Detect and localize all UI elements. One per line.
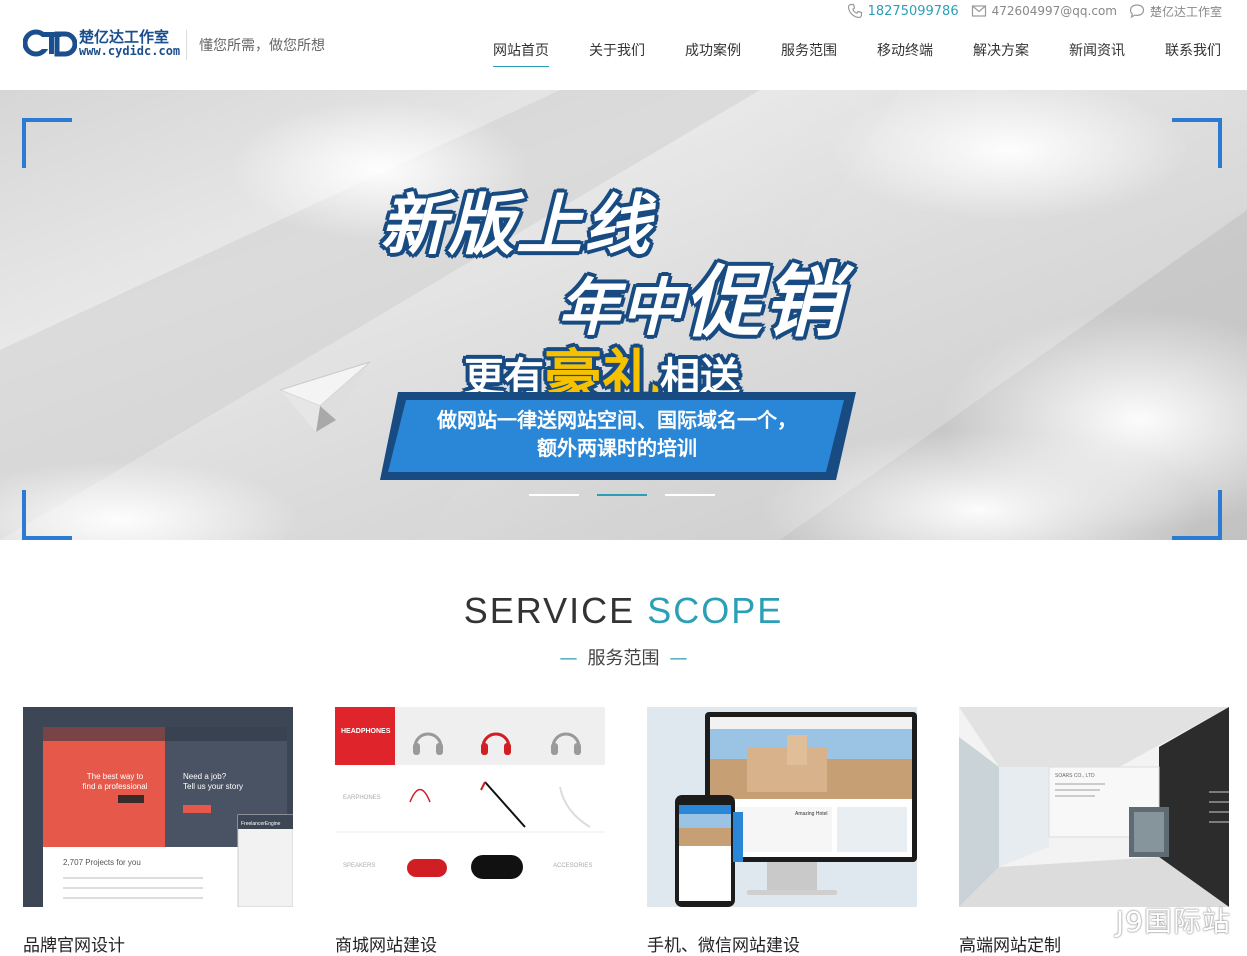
nav-item-solutions[interactable]: 解决方案	[973, 40, 1029, 68]
section-title: SERVICE SCOPE	[0, 590, 1247, 632]
card-thumbnail[interactable]: Amazing Hotel	[647, 707, 917, 907]
topbar-email[interactable]: 472604997@qq.com	[971, 3, 1117, 19]
banner-corner-bottom-right	[1172, 490, 1222, 540]
slider-dot-3[interactable]	[665, 494, 715, 496]
nav-item-mobile[interactable]: 移动终端	[877, 40, 933, 68]
service-cards: The best way to find a professional Need…	[23, 707, 1229, 956]
nav-item-about[interactable]: 关于我们	[589, 40, 645, 68]
mail-icon	[971, 5, 986, 17]
promo-line-1: 做网站一律送网站空间、国际域名一个，	[437, 408, 797, 432]
service-card-shop[interactable]: HEADPHONES EARPHONES SPEAKERS ACCESORIES…	[335, 707, 605, 956]
website-mockup-image: The best way to find a professional Need…	[23, 707, 293, 907]
logo-url: www.cydidc.com	[79, 44, 181, 58]
mock-hotel-title: Amazing Hotel	[795, 811, 828, 817]
topbar-chat[interactable]: 楚亿达工作室	[1129, 3, 1222, 20]
nav-item-services[interactable]: 服务范围	[781, 40, 837, 68]
slider-pagination	[529, 494, 733, 496]
service-card-mobile[interactable]: Amazing Hotel 手机、微信网站建设	[647, 707, 917, 956]
card-title[interactable]: 手机、微信网站建设	[647, 931, 800, 956]
promo-text: 做网站一律送网站空间、国际域名一个， 额外两课时的培训	[392, 406, 842, 462]
hero-banner[interactable]: 新版上线 年中促销 更有豪礼相送 做网站一律送网站空间、国际域名一个， 额外两课…	[0, 90, 1247, 540]
banner-corner-bottom-left	[22, 490, 72, 540]
mock-text-4: Tell us your story	[183, 782, 243, 791]
mock-headphones: HEADPHONES	[341, 728, 391, 735]
section-title-b: SCOPE	[647, 590, 784, 631]
card-title[interactable]: 品牌官网设计	[23, 931, 125, 956]
nav-item-cases[interactable]: 成功案例	[685, 40, 741, 68]
nav-item-contact[interactable]: 联系我们	[1165, 40, 1221, 68]
paper-plane-icon	[280, 361, 371, 432]
logo-mark-icon	[23, 29, 77, 57]
mock-speakers: SPEAKERS	[343, 863, 375, 869]
banner-corner-top-right	[1172, 118, 1222, 168]
nav-item-home[interactable]: 网站首页	[493, 40, 549, 68]
main-nav: 网站首页 关于我们 成功案例 服务范围 移动终端 解决方案 新闻资讯 联系我们	[493, 40, 1221, 68]
site-header: 楚亿达工作室 www.cydidc.com 懂您所需，做您所想 18275099…	[0, 0, 1247, 90]
mock-text-1: The best way to	[87, 772, 144, 781]
card-title[interactable]: 商城网站建设	[335, 931, 437, 956]
subtitle-text: 服务范围	[587, 648, 660, 669]
subtitle-dash-right: —	[669, 648, 688, 669]
subtitle-dash-left: —	[559, 648, 578, 669]
logo-divider	[186, 30, 187, 60]
mock-accessories: ACCESORIES	[553, 863, 592, 869]
studio-name: 楚亿达工作室	[1149, 4, 1222, 19]
slogan: 懂您所需，做您所想	[199, 38, 325, 54]
chat-icon	[1129, 4, 1145, 19]
section-title-a: SERVICE	[463, 590, 636, 631]
mock-text-3: Need a job?	[183, 772, 227, 781]
section-subtitle: — 服务范围 —	[0, 644, 1247, 670]
slider-dot-2[interactable]	[597, 494, 647, 496]
logo[interactable]: 楚亿达工作室 www.cydidc.com	[23, 24, 185, 64]
office-mockup-image: SOARS CO., LTD	[959, 707, 1229, 907]
mock-text-5: 2,707 Projects for you	[63, 858, 141, 867]
mock-text-2: find a professional	[83, 782, 148, 791]
nav-item-news[interactable]: 新闻资讯	[1069, 40, 1125, 68]
topbar-phone[interactable]: 18275099786	[847, 3, 959, 19]
slider-dot-1[interactable]	[529, 494, 579, 496]
card-thumbnail[interactable]: SOARS CO., LTD	[959, 707, 1229, 907]
mock-company: SOARS CO., LTD	[1055, 773, 1095, 779]
topbar-contacts: 18275099786 472604997@qq.com 楚亿达工作室	[835, 2, 1222, 20]
banner-corner-top-left	[22, 118, 72, 168]
mock-text-6: FreelancerEngine	[241, 821, 281, 827]
email-address: 472604997@qq.com	[991, 4, 1117, 18]
watermark: J9国际站	[1115, 905, 1231, 938]
card-title[interactable]: 高端网站定制	[959, 931, 1061, 956]
promo-line-2: 额外两课时的培训	[537, 436, 697, 460]
responsive-mockup-image: Amazing Hotel	[647, 707, 917, 907]
phone-icon	[847, 3, 862, 19]
card-thumbnail[interactable]: The best way to find a professional Need…	[23, 707, 293, 907]
mock-earphones: EARPHONES	[343, 795, 381, 801]
shop-mockup-image: HEADPHONES EARPHONES SPEAKERS ACCESORIES	[335, 707, 605, 907]
service-card-brand[interactable]: The best way to find a professional Need…	[23, 707, 293, 956]
card-thumbnail[interactable]: HEADPHONES EARPHONES SPEAKERS ACCESORIES	[335, 707, 605, 907]
phone-number: 18275099786	[867, 3, 959, 19]
